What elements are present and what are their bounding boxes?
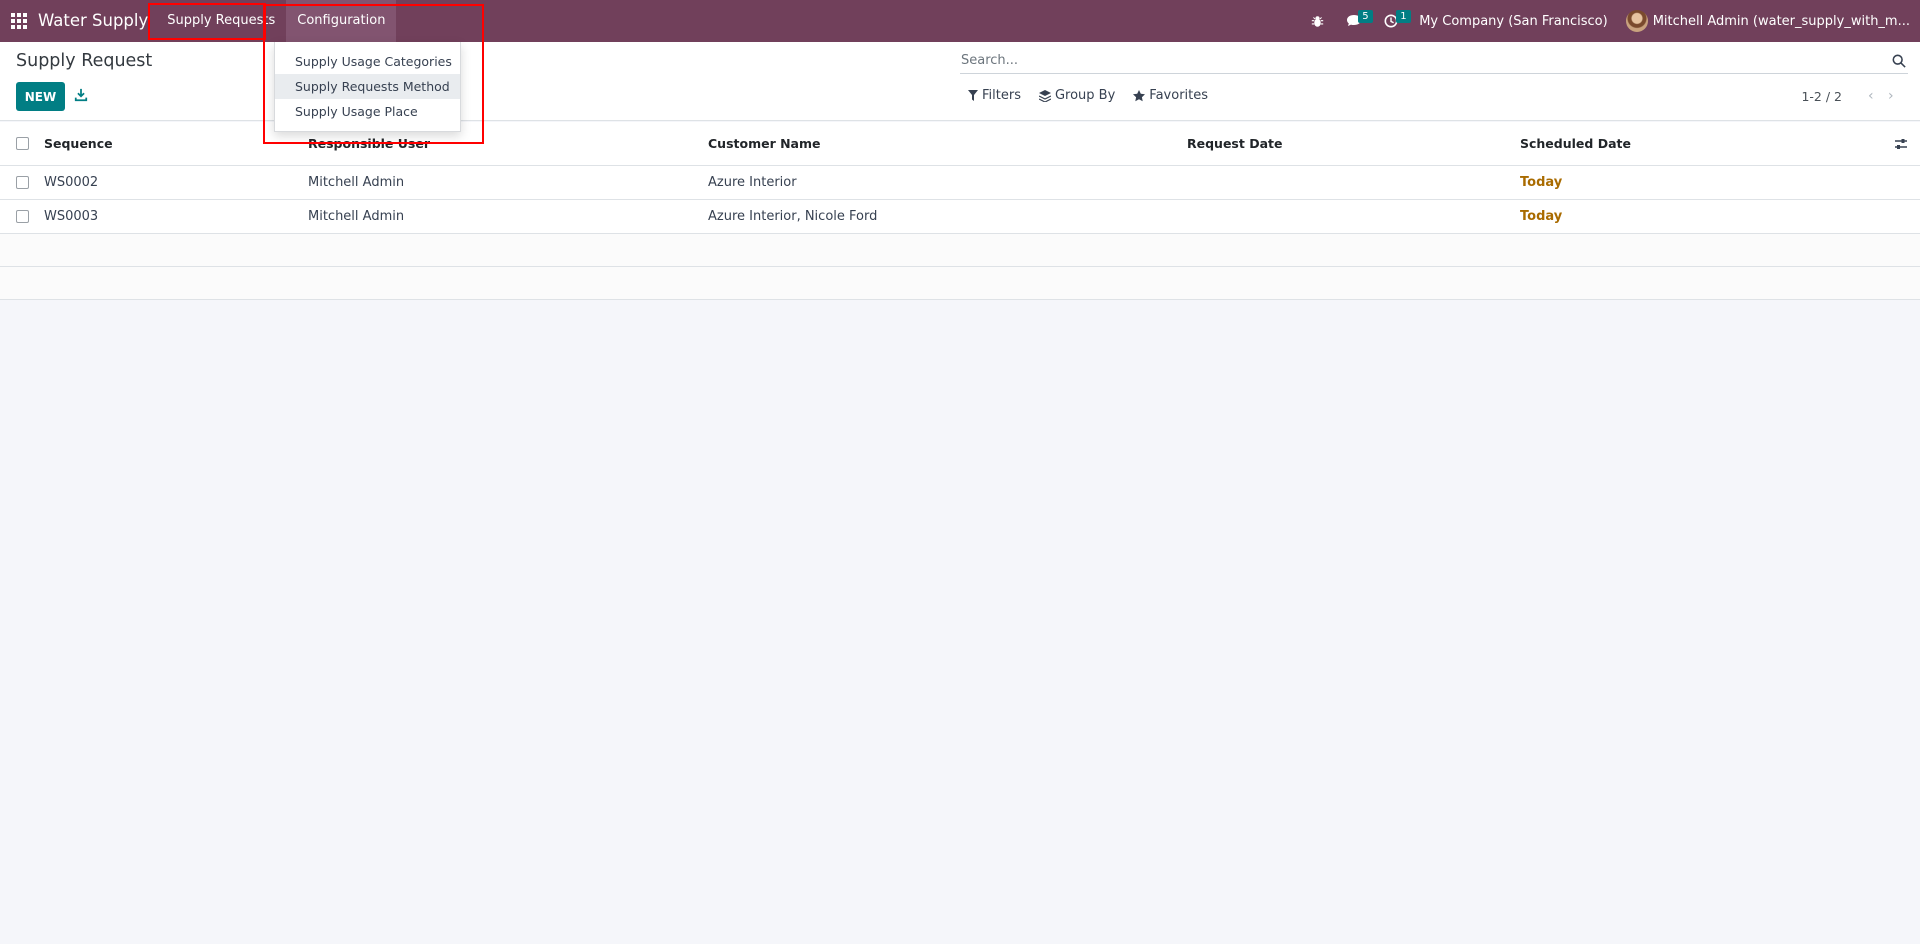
company-switcher[interactable]: My Company (San Francisco)	[1419, 14, 1607, 29]
user-menu[interactable]: Mitchell Admin (water_supply_with_m...	[1625, 10, 1910, 32]
column-header-customer-name[interactable]: Customer Name	[708, 122, 821, 165]
search-input[interactable]	[960, 53, 1892, 68]
favorites-label: Favorites	[1149, 88, 1209, 103]
activities-count-badge: 1	[1396, 10, 1411, 23]
menu-configuration[interactable]: Configuration	[286, 0, 397, 42]
activities-clock-icon[interactable]: 1	[1384, 0, 1411, 42]
new-button[interactable]: NEW	[16, 82, 65, 111]
download-icon[interactable]	[74, 88, 88, 102]
favorites-button[interactable]: Favorites	[1133, 88, 1208, 103]
messages-count-badge: 5	[1358, 10, 1373, 23]
list-view: Sequence Responsible User Customer Name …	[0, 122, 1920, 300]
pager-value[interactable]: 1-2 / 2	[1801, 89, 1842, 104]
menu-item-supply-usage-categories[interactable]: Supply Usage Categories	[275, 49, 460, 74]
cell-customer-name: Azure Interior	[708, 175, 797, 190]
empty-row	[0, 234, 1920, 267]
cell-scheduled-date: Today	[1520, 175, 1563, 190]
messages-chat-icon[interactable]: 5	[1346, 0, 1373, 42]
empty-row	[0, 267, 1920, 300]
debug-bug-icon[interactable]	[1311, 0, 1324, 42]
search-bar	[960, 48, 1908, 74]
pager-next-icon[interactable]: ›	[1888, 88, 1898, 104]
group-by-label: Group By	[1054, 88, 1116, 103]
pager: 1-2 / 2 ‹ ›	[1801, 88, 1898, 104]
search-icon[interactable]	[1892, 54, 1906, 68]
menu-supply-requests[interactable]: Supply Requests	[156, 0, 286, 42]
cell-responsible-user: Mitchell Admin	[308, 209, 405, 224]
search-options: Filters Group By Favorites	[968, 88, 1226, 103]
cell-scheduled-date: Today	[1520, 209, 1563, 224]
cell-customer-name: Azure Interior, Nicole Ford	[708, 209, 878, 224]
cell-sequence: WS0002	[44, 175, 99, 190]
filter-funnel-icon	[968, 90, 978, 101]
star-icon	[1133, 89, 1146, 101]
navbar-systray: 5 1 My Company (San Francisco) Mitchell …	[1300, 0, 1920, 42]
app-brand[interactable]: Water Supply	[38, 0, 156, 42]
select-all-checkbox[interactable]	[16, 137, 29, 150]
menu-item-supply-requests-method[interactable]: Supply Requests Method	[275, 74, 460, 99]
optional-columns-sliders-icon[interactable]	[1894, 137, 1908, 151]
column-header-scheduled-date[interactable]: Scheduled Date	[1520, 122, 1631, 165]
apps-menu-icon[interactable]	[0, 0, 38, 42]
column-header-sequence[interactable]: Sequence	[44, 122, 113, 165]
filters-button[interactable]: Filters	[968, 88, 1021, 103]
group-by-button[interactable]: Group By	[1038, 88, 1116, 103]
menu-item-supply-usage-place[interactable]: Supply Usage Place	[275, 99, 460, 124]
cell-responsible-user: Mitchell Admin	[308, 175, 405, 190]
layers-icon	[1038, 89, 1051, 102]
filters-label: Filters	[982, 88, 1021, 103]
configuration-dropdown-menu: Supply Usage Categories Supply Requests …	[274, 42, 461, 132]
table-row[interactable]: WS0003 Mitchell Admin Azure Interior, Ni…	[0, 200, 1920, 234]
column-header-request-date[interactable]: Request Date	[1187, 122, 1282, 165]
row-checkbox[interactable]	[16, 210, 29, 223]
row-checkbox[interactable]	[16, 176, 29, 189]
select-all-checkbox-cell	[16, 122, 29, 165]
table-row[interactable]: WS0002 Mitchell Admin Azure Interior Tod…	[0, 166, 1920, 200]
cell-sequence: WS0003	[44, 209, 99, 224]
pager-previous-icon[interactable]: ‹	[1868, 88, 1878, 104]
page-title: Supply Request	[16, 51, 153, 71]
user-name: Mitchell Admin (water_supply_with_m...	[1652, 13, 1910, 29]
user-avatar	[1625, 10, 1648, 32]
top-navbar: Water Supply Supply Requests Configurati…	[0, 0, 1920, 42]
